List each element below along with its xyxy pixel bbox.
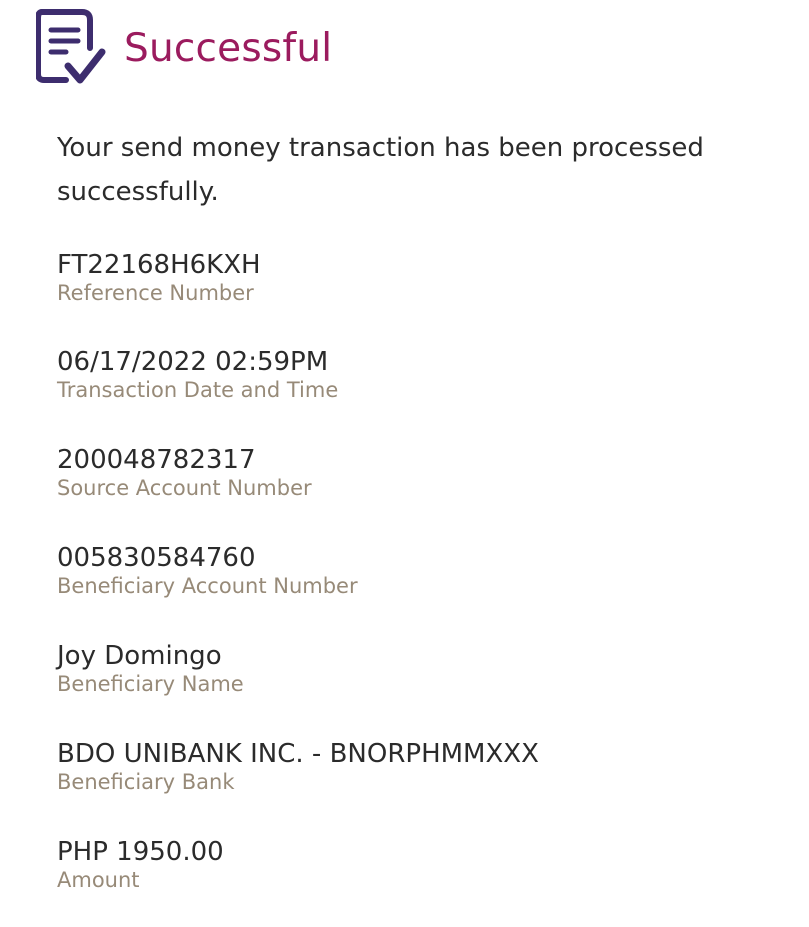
amount-value: PHP 1950.00 — [57, 837, 224, 867]
amount-label: Amount — [57, 868, 140, 892]
beneficiary-bank-field: BDO UNIBANK INC. - BNORPHMMXXX Beneficia… — [57, 739, 777, 795]
beneficiary-account-value: 005830584760 — [57, 543, 256, 573]
transaction-date-field: 06/17/2022 02:59PM Transaction Date and … — [57, 347, 777, 403]
reference-number-value: FT22168H6KXH — [57, 250, 261, 280]
beneficiary-account-label: Beneficiary Account Number — [57, 574, 358, 598]
amount-field: PHP 1950.00 Amount — [57, 837, 777, 893]
document-check-icon — [36, 9, 106, 84]
source-account-field: 200048782317 Source Account Number — [57, 445, 777, 501]
beneficiary-bank-value: BDO UNIBANK INC. - BNORPHMMXXX — [57, 739, 539, 769]
transaction-date-value: 06/17/2022 02:59PM — [57, 347, 329, 377]
beneficiary-name-value: Joy Domingo — [57, 641, 222, 671]
beneficiary-account-field: 005830584760 Beneficiary Account Number — [57, 543, 777, 599]
success-header: Successful — [36, 8, 332, 88]
source-account-value: 200048782317 — [57, 445, 256, 475]
reference-number-field: FT22168H6KXH Reference Number — [57, 250, 777, 306]
beneficiary-name-label: Beneficiary Name — [57, 672, 244, 696]
beneficiary-name-field: Joy Domingo Beneficiary Name — [57, 641, 777, 697]
page-title: Successful — [124, 25, 333, 71]
confirmation-message: Your send money transaction has been pro… — [57, 133, 704, 207]
transaction-date-label: Transaction Date and Time — [57, 378, 339, 402]
beneficiary-bank-label: Beneficiary Bank — [57, 770, 235, 794]
source-account-label: Source Account Number — [57, 476, 312, 500]
reference-number-label: Reference Number — [57, 281, 254, 305]
